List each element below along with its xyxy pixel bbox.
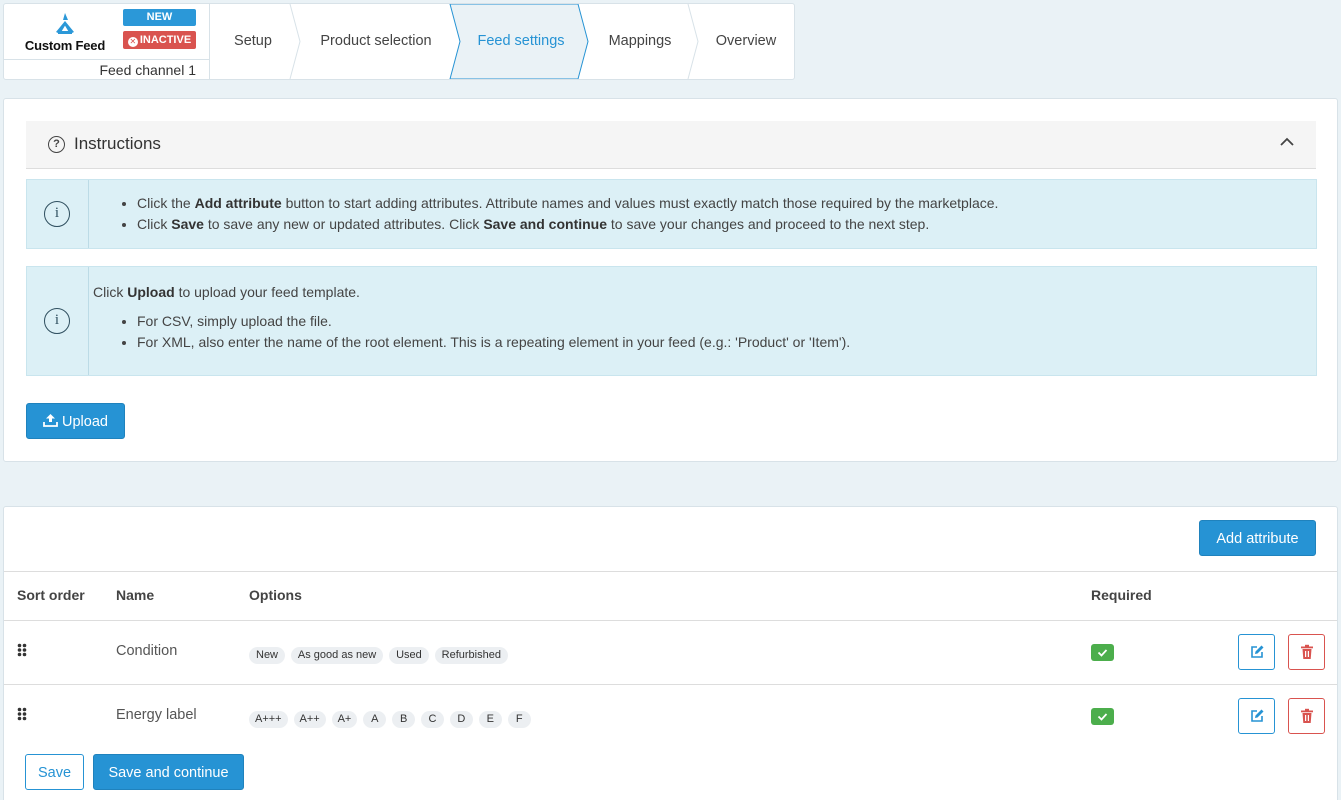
question-circle-icon: ?: [48, 136, 65, 153]
info-icon-column: i: [27, 267, 89, 375]
edit-icon: [1251, 709, 1264, 722]
attribute-name: Condition: [116, 643, 178, 659]
add-attribute-button[interactable]: Add attribute: [1199, 520, 1316, 556]
instruction-item: For CSV, simply upload the file.: [137, 311, 850, 332]
chevron-up-icon[interactable]: [1280, 137, 1294, 146]
delete-button[interactable]: [1288, 634, 1325, 670]
column-sort-order[interactable]: Sort order: [17, 587, 85, 603]
channel-info: Custom Feed NEW ✕ INACTIVE Feed channel 1: [4, 4, 210, 79]
instructions-title: Instructions: [74, 134, 161, 153]
option-chip: B: [392, 711, 416, 728]
step-mappings[interactable]: Mappings: [590, 4, 690, 79]
option-chip: A+++: [249, 711, 288, 728]
option-chip: A+: [331, 711, 358, 728]
option-chip: A++: [293, 711, 326, 728]
save-and-continue-button[interactable]: Save and continue: [93, 754, 244, 790]
option-chip: E: [478, 711, 502, 728]
column-required: Required: [1091, 587, 1152, 603]
option-chip: New: [249, 647, 286, 664]
inactive-badge-label: INACTIVE: [139, 34, 192, 46]
drag-handle-icon[interactable]: [17, 643, 27, 657]
info-alert-upload: i Click Upload to upload your feed templ…: [26, 266, 1317, 376]
edit-button[interactable]: [1238, 634, 1275, 670]
upload-icon: [43, 414, 58, 427]
new-badge: NEW: [123, 9, 196, 26]
custom-feed-logo-icon: [56, 13, 74, 34]
edit-button[interactable]: [1238, 698, 1275, 734]
upload-button[interactable]: Upload: [26, 403, 125, 439]
table-row: Condition New As good as new Used Refurb…: [4, 621, 1337, 685]
drag-handle-icon[interactable]: [17, 707, 27, 721]
instruction-item: For XML, also enter the name of the root…: [137, 332, 850, 353]
delete-button[interactable]: [1288, 698, 1325, 734]
attributes-panel: Add attribute Sort order Name Options Re…: [3, 506, 1338, 800]
info-icon: i: [44, 201, 70, 227]
step-feed-settings[interactable]: Feed settings: [462, 4, 580, 79]
save-button[interactable]: Save: [25, 754, 84, 790]
instructions-panel: ? Instructions i Click the Add attribute…: [3, 98, 1338, 462]
required-check-icon: [1091, 644, 1114, 661]
edit-icon: [1251, 645, 1264, 658]
step-product-selection[interactable]: Product selection: [302, 4, 450, 79]
column-options: Options: [249, 587, 302, 603]
option-chip: A: [363, 711, 387, 728]
option-chip: F: [507, 711, 531, 728]
instruction-item: Click Save to save any new or updated at…: [137, 214, 998, 235]
upload-button-label: Upload: [62, 414, 108, 430]
attributes-instructions-list: Click the Add attribute button to start …: [137, 193, 998, 235]
option-chip: Refurbished: [434, 647, 508, 664]
column-name[interactable]: Name: [116, 587, 154, 603]
step-overview[interactable]: Overview: [700, 4, 792, 79]
close-circle-icon: ✕: [127, 37, 138, 47]
option-chip: Used: [389, 647, 429, 664]
info-alert-attributes: i Click the Add attribute button to star…: [26, 179, 1317, 249]
info-icon: i: [44, 308, 70, 334]
form-actions: Save Save and continue: [4, 740, 1337, 800]
attributes-table-header: Sort order Name Options Required: [4, 571, 1337, 621]
info-icon-column: i: [27, 180, 89, 248]
channel-name: Feed channel 1: [4, 59, 210, 79]
inactive-badge: ✕ INACTIVE: [123, 31, 196, 49]
attribute-name: Energy label: [116, 707, 197, 723]
upload-instruction-lead: Click Upload to upload your feed templat…: [93, 284, 360, 300]
option-chip: D: [449, 711, 473, 728]
option-chip: C: [421, 711, 445, 728]
trash-icon: [1301, 708, 1313, 723]
logo-text: Custom Feed: [24, 38, 106, 53]
channel-header: Custom Feed NEW ✕ INACTIVE Feed channel 1…: [3, 3, 795, 80]
step-setup[interactable]: Setup: [220, 4, 286, 79]
trash-icon: [1301, 644, 1313, 659]
instruction-item: Click the Add attribute button to start …: [137, 193, 998, 214]
required-check-icon: [1091, 708, 1114, 725]
upload-instructions-list: For CSV, simply upload the file. For XML…: [137, 311, 850, 353]
instructions-header[interactable]: ? Instructions: [26, 121, 1316, 169]
option-chip: As good as new: [290, 647, 384, 664]
attribute-options: A+++ A++ A+ A B C D E F: [249, 709, 533, 728]
custom-feed-logo: Custom Feed: [20, 12, 110, 53]
attribute-options: New As good as new Used Refurbished: [249, 645, 510, 664]
